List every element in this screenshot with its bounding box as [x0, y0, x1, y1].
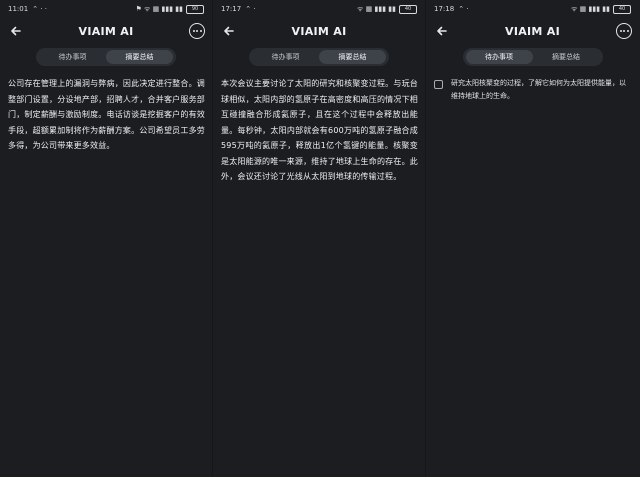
todo-text: 研究太阳核聚变的过程，了解它如何为太阳提供能量，以维持地球上的生命。 — [451, 79, 626, 100]
status-time: 11:01 — [8, 5, 29, 13]
signal-wifi-icons: ᯤ ▦ ▮▮▮ ▮▮ — [357, 4, 396, 13]
app-header: VIAIM AI — [213, 18, 425, 44]
page-title: VIAIM AI — [78, 24, 134, 38]
status-bar: 17:18 ⌃ · ᯤ ▦ ▮▮▮ ▮▮ 40 — [426, 0, 639, 18]
app-header: VIAIM AI — [426, 18, 639, 44]
more-options-button[interactable] — [189, 23, 205, 39]
signal-wifi-icons: ⚑ ᯤ ▦ ▮▮▮ ▮▮ — [135, 4, 183, 13]
page-title: VIAIM AI — [291, 24, 347, 38]
back-arrow-icon — [437, 26, 447, 36]
summary-text: 公司存在管理上的漏洞与弊病，因此决定进行整合。调整部门设置，分设地产部，招聘人才… — [8, 79, 205, 150]
battery-icon: 90 — [186, 4, 204, 14]
tab-summary[interactable]: 摘要总结 — [319, 50, 386, 64]
status-icons: ᯤ ▦ ▮▮▮ ▮▮ 40 — [571, 4, 631, 14]
tab-todo[interactable]: 待办事项 — [465, 50, 533, 64]
status-icons: ᯤ ▦ ▮▮▮ ▮▮ 40 — [357, 4, 417, 14]
summary-text: 本次会议主要讨论了太阳的研究和核聚变过程。与玩台球相似，太阳内部的氢原子在高密度… — [221, 79, 418, 181]
tab-switcher: 待办事项 摘要总结 — [462, 48, 603, 66]
status-icons: ⚑ ᯤ ▦ ▮▮▮ ▮▮ 90 — [135, 4, 204, 14]
app-header: VIAIM AI — [0, 18, 212, 44]
signal-wifi-icons: ᯤ ▦ ▮▮▮ ▮▮ — [571, 4, 610, 13]
screen-3: 17:18 ⌃ · ᯤ ▦ ▮▮▮ ▮▮ 40 VIAIM AI 待办事项 摘要… — [426, 0, 639, 477]
status-left: 17:17 ⌃ · — [221, 5, 256, 13]
page-title: VIAIM AI — [505, 24, 560, 38]
tab-summary[interactable]: 摘要总结 — [106, 50, 173, 64]
battery-icon: 40 — [399, 4, 417, 14]
status-time: 17:17 — [221, 5, 242, 13]
back-arrow-icon — [11, 26, 21, 36]
status-left: 17:18 ⌃ · — [434, 5, 469, 13]
tab-switcher: 待办事项 摘要总结 — [36, 48, 176, 66]
screen-2: 17:17 ⌃ · ᯤ ▦ ▮▮▮ ▮▮ 40 VIAIM AI 待办事项 摘要… — [213, 0, 426, 477]
tab-todo[interactable]: 待办事项 — [39, 50, 106, 64]
status-notification-icons: ⌃ · — [245, 5, 256, 13]
screens-container: 11:01 ⌃ · · ⚑ ᯤ ▦ ▮▮▮ ▮▮ 90 VIAIM AI 待办事… — [0, 0, 640, 477]
status-time: 17:18 — [434, 5, 455, 13]
status-left: 11:01 ⌃ · · — [8, 5, 47, 13]
status-notification-icons: ⌃ · — [458, 5, 469, 13]
tab-switcher: 待办事项 摘要总结 — [249, 48, 389, 66]
more-options-button[interactable] — [616, 23, 632, 39]
status-bar: 17:17 ⌃ · ᯤ ▦ ▮▮▮ ▮▮ 40 — [213, 0, 425, 18]
back-arrow-icon — [224, 26, 234, 36]
todo-item: 研究太阳核聚变的过程，了解它如何为太阳提供能量，以维持地球上的生命。 — [434, 77, 632, 103]
battery-icon: 40 — [613, 4, 631, 14]
tab-todo[interactable]: 待办事项 — [252, 50, 319, 64]
back-button[interactable] — [434, 23, 450, 39]
back-button[interactable] — [221, 23, 237, 39]
status-bar: 11:01 ⌃ · · ⚑ ᯤ ▦ ▮▮▮ ▮▮ 90 — [0, 0, 212, 18]
screen-1: 11:01 ⌃ · · ⚑ ᯤ ▦ ▮▮▮ ▮▮ 90 VIAIM AI 待办事… — [0, 0, 213, 477]
tab-summary[interactable]: 摘要总结 — [533, 50, 600, 64]
todo-checkbox[interactable] — [434, 80, 443, 89]
status-notification-icons: ⌃ · · — [32, 5, 47, 13]
back-button[interactable] — [8, 23, 24, 39]
